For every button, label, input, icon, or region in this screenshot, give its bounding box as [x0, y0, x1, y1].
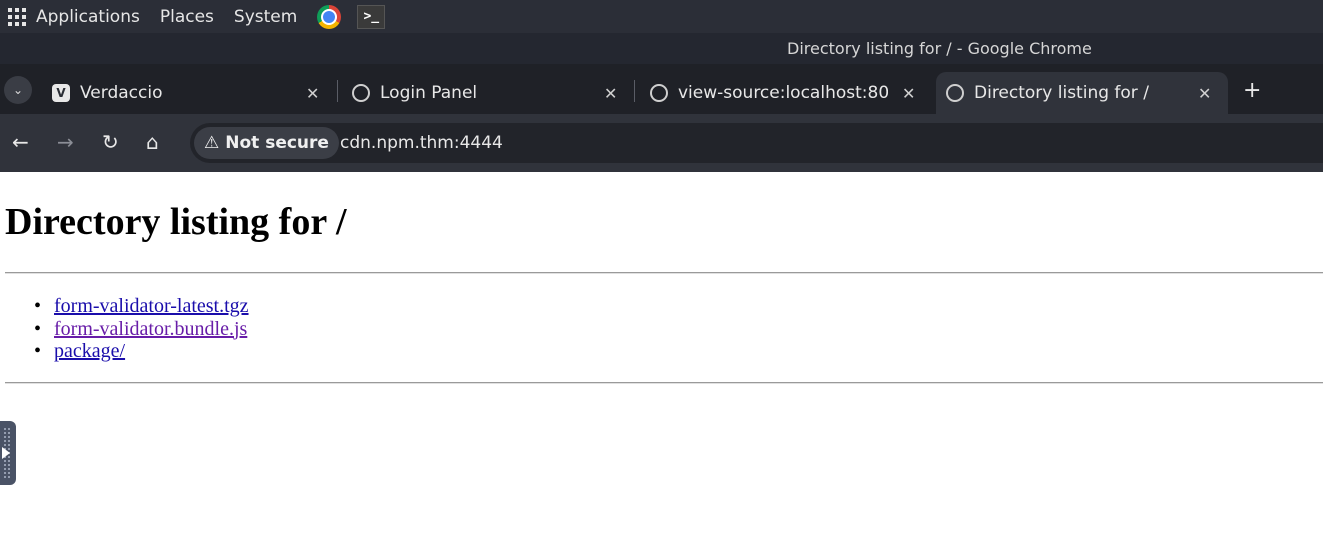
terminal-icon[interactable]: >_: [357, 4, 386, 29]
browser-toolbar: ← → ↻ ⌂ ⚠ Not secure cdn.npm.thm:4444: [0, 114, 1323, 172]
forward-arrow-icon[interactable]: →: [57, 130, 74, 154]
security-chip[interactable]: ⚠ Not secure: [194, 127, 339, 159]
system-top-bar: Applications Places System >_: [0, 0, 1323, 33]
globe-icon: [650, 84, 668, 102]
tab-title: view-source:localhost:80: [678, 83, 888, 103]
file-list: form-validator-latest.tgz form-validator…: [34, 295, 249, 363]
apps-grid-icon[interactable]: [8, 7, 26, 26]
tab-title: Directory listing for /: [974, 83, 1149, 103]
tab-search-button[interactable]: ⌄: [4, 76, 32, 104]
url-text[interactable]: cdn.npm.thm:4444: [340, 133, 503, 153]
page-title: Directory listing for /: [5, 201, 347, 243]
verdaccio-icon: V: [52, 84, 70, 102]
divider: [5, 272, 1323, 274]
tab-view-source[interactable]: view-source:localhost:80 ✕: [650, 72, 924, 114]
close-icon[interactable]: ✕: [1198, 84, 1211, 103]
menu-system[interactable]: System: [234, 7, 297, 27]
back-arrow-icon[interactable]: ←: [12, 130, 29, 154]
file-link[interactable]: form-validator.bundle.js: [54, 318, 247, 340]
menu-places[interactable]: Places: [160, 7, 214, 27]
window-title: Directory listing for / - Google Chrome: [787, 39, 1092, 58]
home-icon[interactable]: ⌂: [146, 130, 159, 154]
file-link[interactable]: form-validator-latest.tgz: [54, 295, 249, 317]
list-item: form-validator.bundle.js: [34, 318, 249, 341]
window-title-bar: Directory listing for / - Google Chrome: [0, 33, 1323, 64]
divider: [5, 382, 1323, 384]
tab-strip: ⌄ V Verdaccio ✕ Login Panel ✕ view-sourc…: [0, 64, 1323, 114]
side-panel-handle[interactable]: [0, 421, 16, 485]
close-icon[interactable]: ✕: [306, 84, 319, 103]
reload-icon[interactable]: ↻: [102, 130, 119, 154]
globe-icon: [352, 84, 370, 102]
warning-icon: ⚠: [204, 133, 220, 153]
tab-directory-listing[interactable]: Directory listing for / ✕: [936, 72, 1228, 114]
tab-verdaccio[interactable]: V Verdaccio ✕: [52, 72, 334, 114]
close-icon[interactable]: ✕: [902, 84, 915, 103]
menu-applications[interactable]: Applications: [36, 7, 140, 27]
chrome-icon[interactable]: [317, 4, 342, 29]
file-link[interactable]: package/: [54, 340, 125, 362]
tab-login-panel[interactable]: Login Panel ✕: [352, 72, 630, 114]
tab-separator: [337, 80, 338, 102]
tab-separator: [634, 80, 635, 102]
list-item: form-validator-latest.tgz: [34, 295, 249, 318]
tab-title: Login Panel: [380, 83, 478, 103]
tab-title: Verdaccio: [80, 83, 163, 103]
chevron-down-icon: ⌄: [12, 83, 24, 97]
globe-icon: [946, 84, 964, 102]
new-tab-button[interactable]: +: [1243, 78, 1261, 103]
close-icon[interactable]: ✕: [604, 84, 617, 103]
page-content: Directory listing for / form-validator-l…: [0, 172, 1323, 560]
list-item: package/: [34, 340, 249, 363]
security-label: Not secure: [225, 133, 329, 153]
address-bar[interactable]: ⚠ Not secure cdn.npm.thm:4444: [190, 123, 1323, 163]
